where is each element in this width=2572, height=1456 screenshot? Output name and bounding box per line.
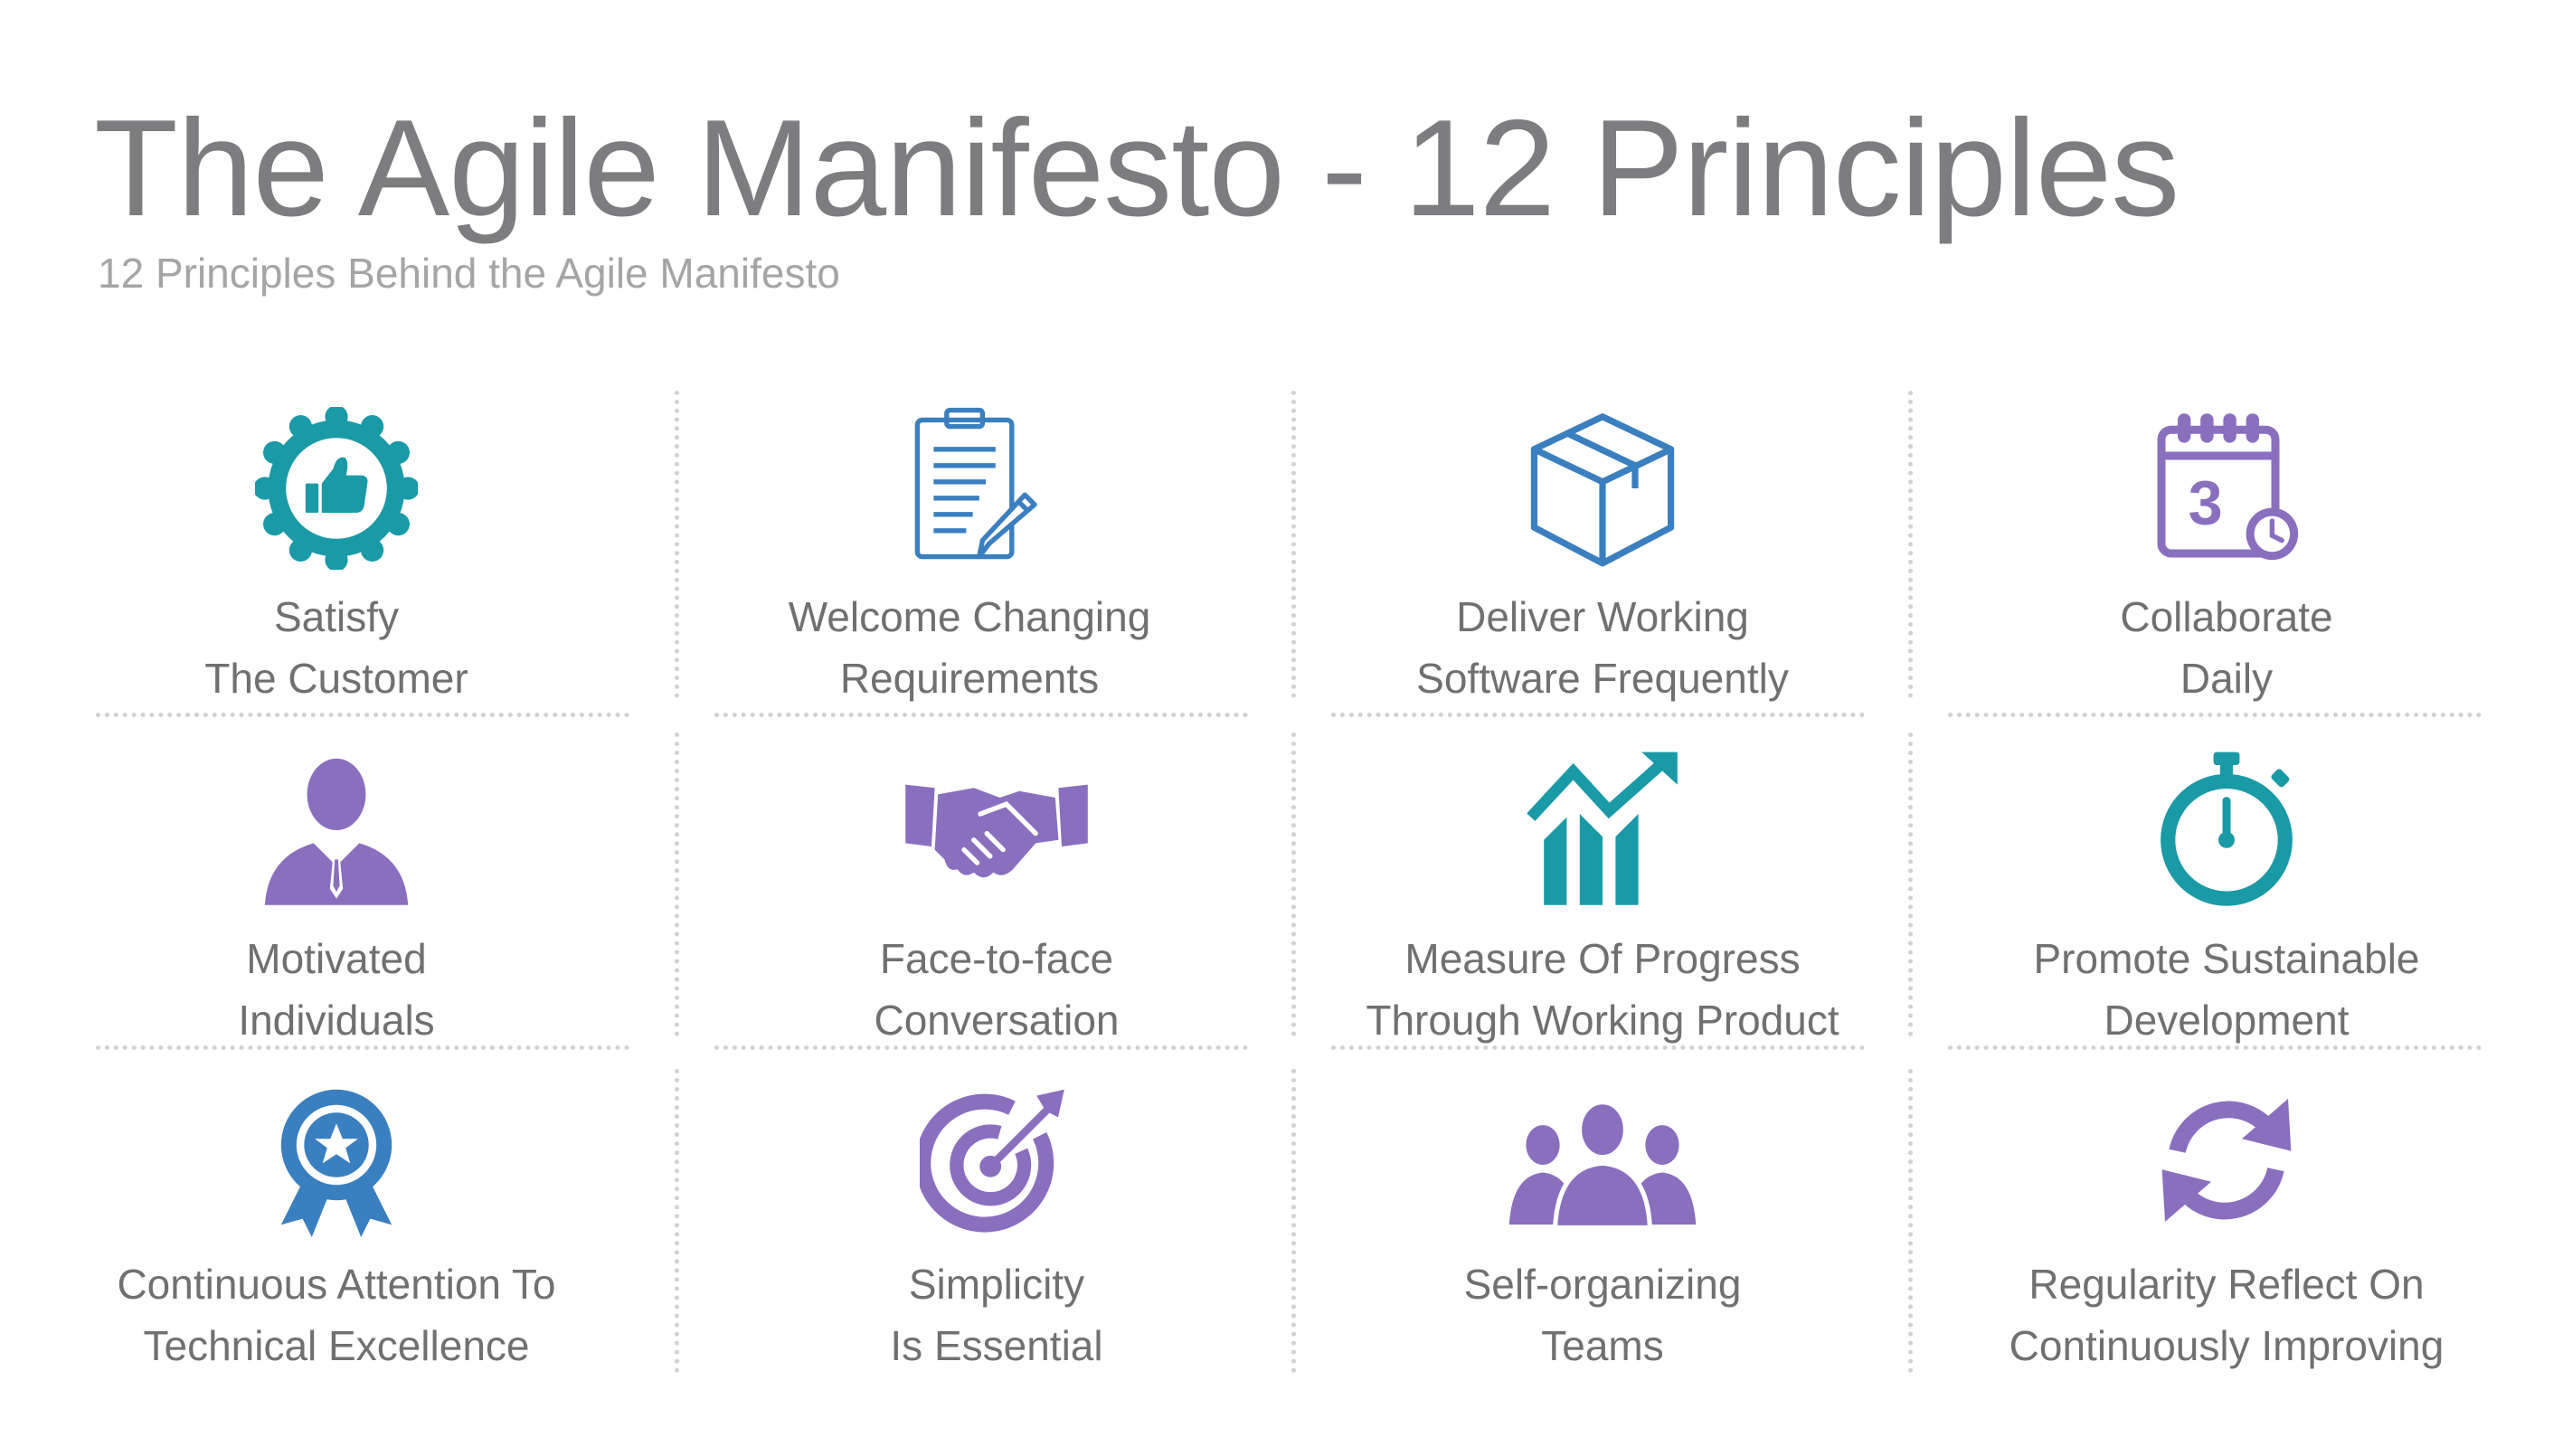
principle-card: Measure Of Progress Through Working Prod… — [1304, 749, 1901, 1051]
row-divider — [1331, 713, 1865, 717]
principle-card: Motivated Individuals — [38, 749, 635, 1051]
principle-card: Deliver Working Software Frequently — [1304, 407, 1901, 709]
principle-label: Motivated Individuals — [238, 935, 435, 1044]
svg-text:3: 3 — [2189, 469, 2223, 538]
column-divider — [1291, 391, 1296, 698]
thumbs-up-badge-icon — [38, 407, 635, 570]
principle-card: Regularity Reflect On Continuously Impro… — [1928, 1083, 2525, 1376]
businessman-icon — [38, 749, 635, 912]
calendar-clock-icon: 3 — [1928, 407, 2525, 570]
principle-card: Self-organizing Teams — [1304, 1083, 1901, 1376]
row-divider — [1948, 713, 2482, 717]
clipboard-pencil-icon — [671, 407, 1268, 570]
principle-label: Promote Sustainable Development — [2033, 935, 2420, 1044]
column-divider — [1908, 391, 1913, 698]
principle-label: Regularity Reflect On Continuously Impro… — [2009, 1261, 2444, 1369]
principle-label: Welcome Changing Requirements — [788, 593, 1151, 702]
stopwatch-icon — [1928, 749, 2525, 912]
column-divider — [1908, 733, 1913, 1036]
principle-card: Satisfy The Customer — [38, 407, 635, 709]
column-divider — [1908, 1069, 1913, 1373]
principle-card: Welcome Changing Requirements — [671, 407, 1268, 709]
row-divider — [714, 713, 1248, 717]
principle-label: Continuous Attention To Technical Excell… — [117, 1261, 556, 1369]
principle-label: Collaborate Daily — [2120, 593, 2333, 702]
column-divider — [675, 733, 679, 1036]
handshake-icon — [698, 749, 1295, 912]
growth-chart-icon — [1304, 749, 1901, 912]
principles-grid: Satisfy The Customer Welcome Changing Re… — [0, 0, 2572, 1456]
box-icon — [1304, 407, 1901, 570]
principle-label: Self-organizing Teams — [1463, 1261, 1742, 1369]
award-ribbon-icon — [38, 1083, 635, 1237]
principle-label: Face-to-face Conversation — [874, 935, 1120, 1044]
principle-label: Deliver Working Software Frequently — [1416, 593, 1789, 702]
principle-card: Face-to-face Conversation — [698, 749, 1295, 1051]
principle-card: 3 Collaborate Daily — [1928, 407, 2525, 709]
target-arrow-icon — [698, 1083, 1295, 1237]
principle-card: Promote Sustainable Development — [1928, 749, 2525, 1051]
principle-label: Simplicity Is Essential — [890, 1261, 1103, 1369]
refresh-cycle-icon — [1928, 1083, 2525, 1237]
principle-card: Continuous Attention To Technical Excell… — [38, 1083, 635, 1376]
row-divider — [96, 713, 629, 717]
column-divider — [675, 1069, 679, 1373]
principle-card: Simplicity Is Essential — [698, 1083, 1295, 1376]
team-icon — [1304, 1083, 1901, 1237]
principle-label: Satisfy The Customer — [204, 593, 468, 702]
principle-label: Measure Of Progress Through Working Prod… — [1366, 935, 1839, 1044]
